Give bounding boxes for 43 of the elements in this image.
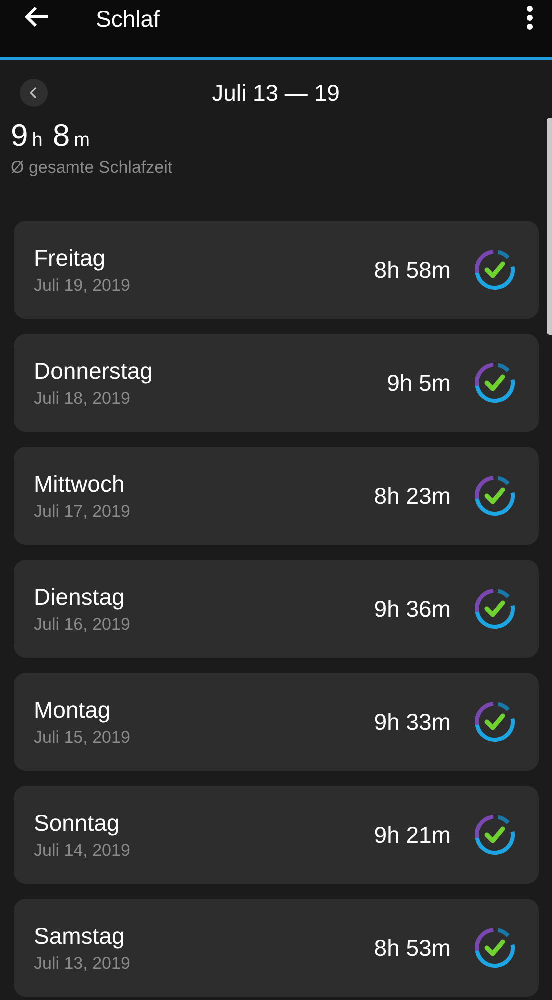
weekday: Montag [34, 696, 112, 724]
sleep-duration: 8h 58m [374, 256, 451, 284]
sleep-duration: 8h 53m [374, 934, 451, 962]
sleep-duration: 9h 5m [387, 370, 451, 396]
day-card[interactable]: Dienstag Juli 16, 2019 9h 36m [14, 560, 539, 658]
weekday: Sonntag [34, 810, 121, 836]
sleep-ring-icon [473, 587, 517, 631]
day-card[interactable]: Sonntag Juli 14, 2019 9h 21m [14, 786, 539, 884]
weekday: Samstag [34, 922, 126, 950]
previous-week-button[interactable] [20, 79, 48, 107]
weekday: Donnerstag [34, 358, 154, 384]
back-icon[interactable] [24, 6, 50, 28]
sleep-ring-icon [473, 361, 517, 405]
weekday: Mittwoch [34, 470, 126, 498]
sleep-ring-icon [473, 926, 517, 970]
screen-title: Schlaf [96, 6, 161, 33]
weekday: Freitag [34, 244, 107, 272]
day-card[interactable]: Montag Juli 15, 2019 9h 33m [14, 673, 539, 771]
week-range: Juli 13 — 19 [211, 80, 341, 106]
date: Juli 14, 2019 [34, 840, 132, 860]
sleep-ring-icon [473, 248, 517, 292]
date: Juli 19, 2019 [34, 276, 132, 296]
average-sleep-caption: Ø gesamte Schlafzeit [11, 158, 174, 178]
sleep-ring-icon [473, 474, 517, 518]
date: Juli 16, 2019 [34, 614, 132, 634]
sleep-duration: 8h 23m [374, 482, 451, 510]
sleep-duration: 9h 21m [374, 822, 451, 848]
sleep-ring-icon [473, 700, 517, 744]
chevron-left-icon [29, 87, 39, 99]
day-card[interactable]: Freitag Juli 19, 2019 8h 58m [14, 221, 539, 319]
date: Juli 17, 2019 [34, 502, 132, 522]
day-card[interactable]: Donnerstag Juli 18, 2019 9h 5m [14, 334, 539, 432]
date: Juli 13, 2019 [34, 954, 132, 974]
sleep-ring-icon [473, 813, 517, 857]
weekday: Dienstag [34, 584, 126, 610]
date: Juli 15, 2019 [34, 728, 132, 748]
average-sleep-total: 9 h 8 m [11, 118, 91, 154]
date: Juli 18, 2019 [34, 388, 132, 408]
day-card[interactable]: Mittwoch Juli 17, 2019 8h 23m [14, 447, 539, 545]
day-card[interactable]: Samstag Juli 13, 2019 8h 53m [14, 899, 539, 997]
sleep-duration: 9h 33m [374, 708, 451, 736]
sleep-duration: 9h 36m [374, 596, 451, 622]
more-options-icon[interactable] [526, 6, 534, 30]
